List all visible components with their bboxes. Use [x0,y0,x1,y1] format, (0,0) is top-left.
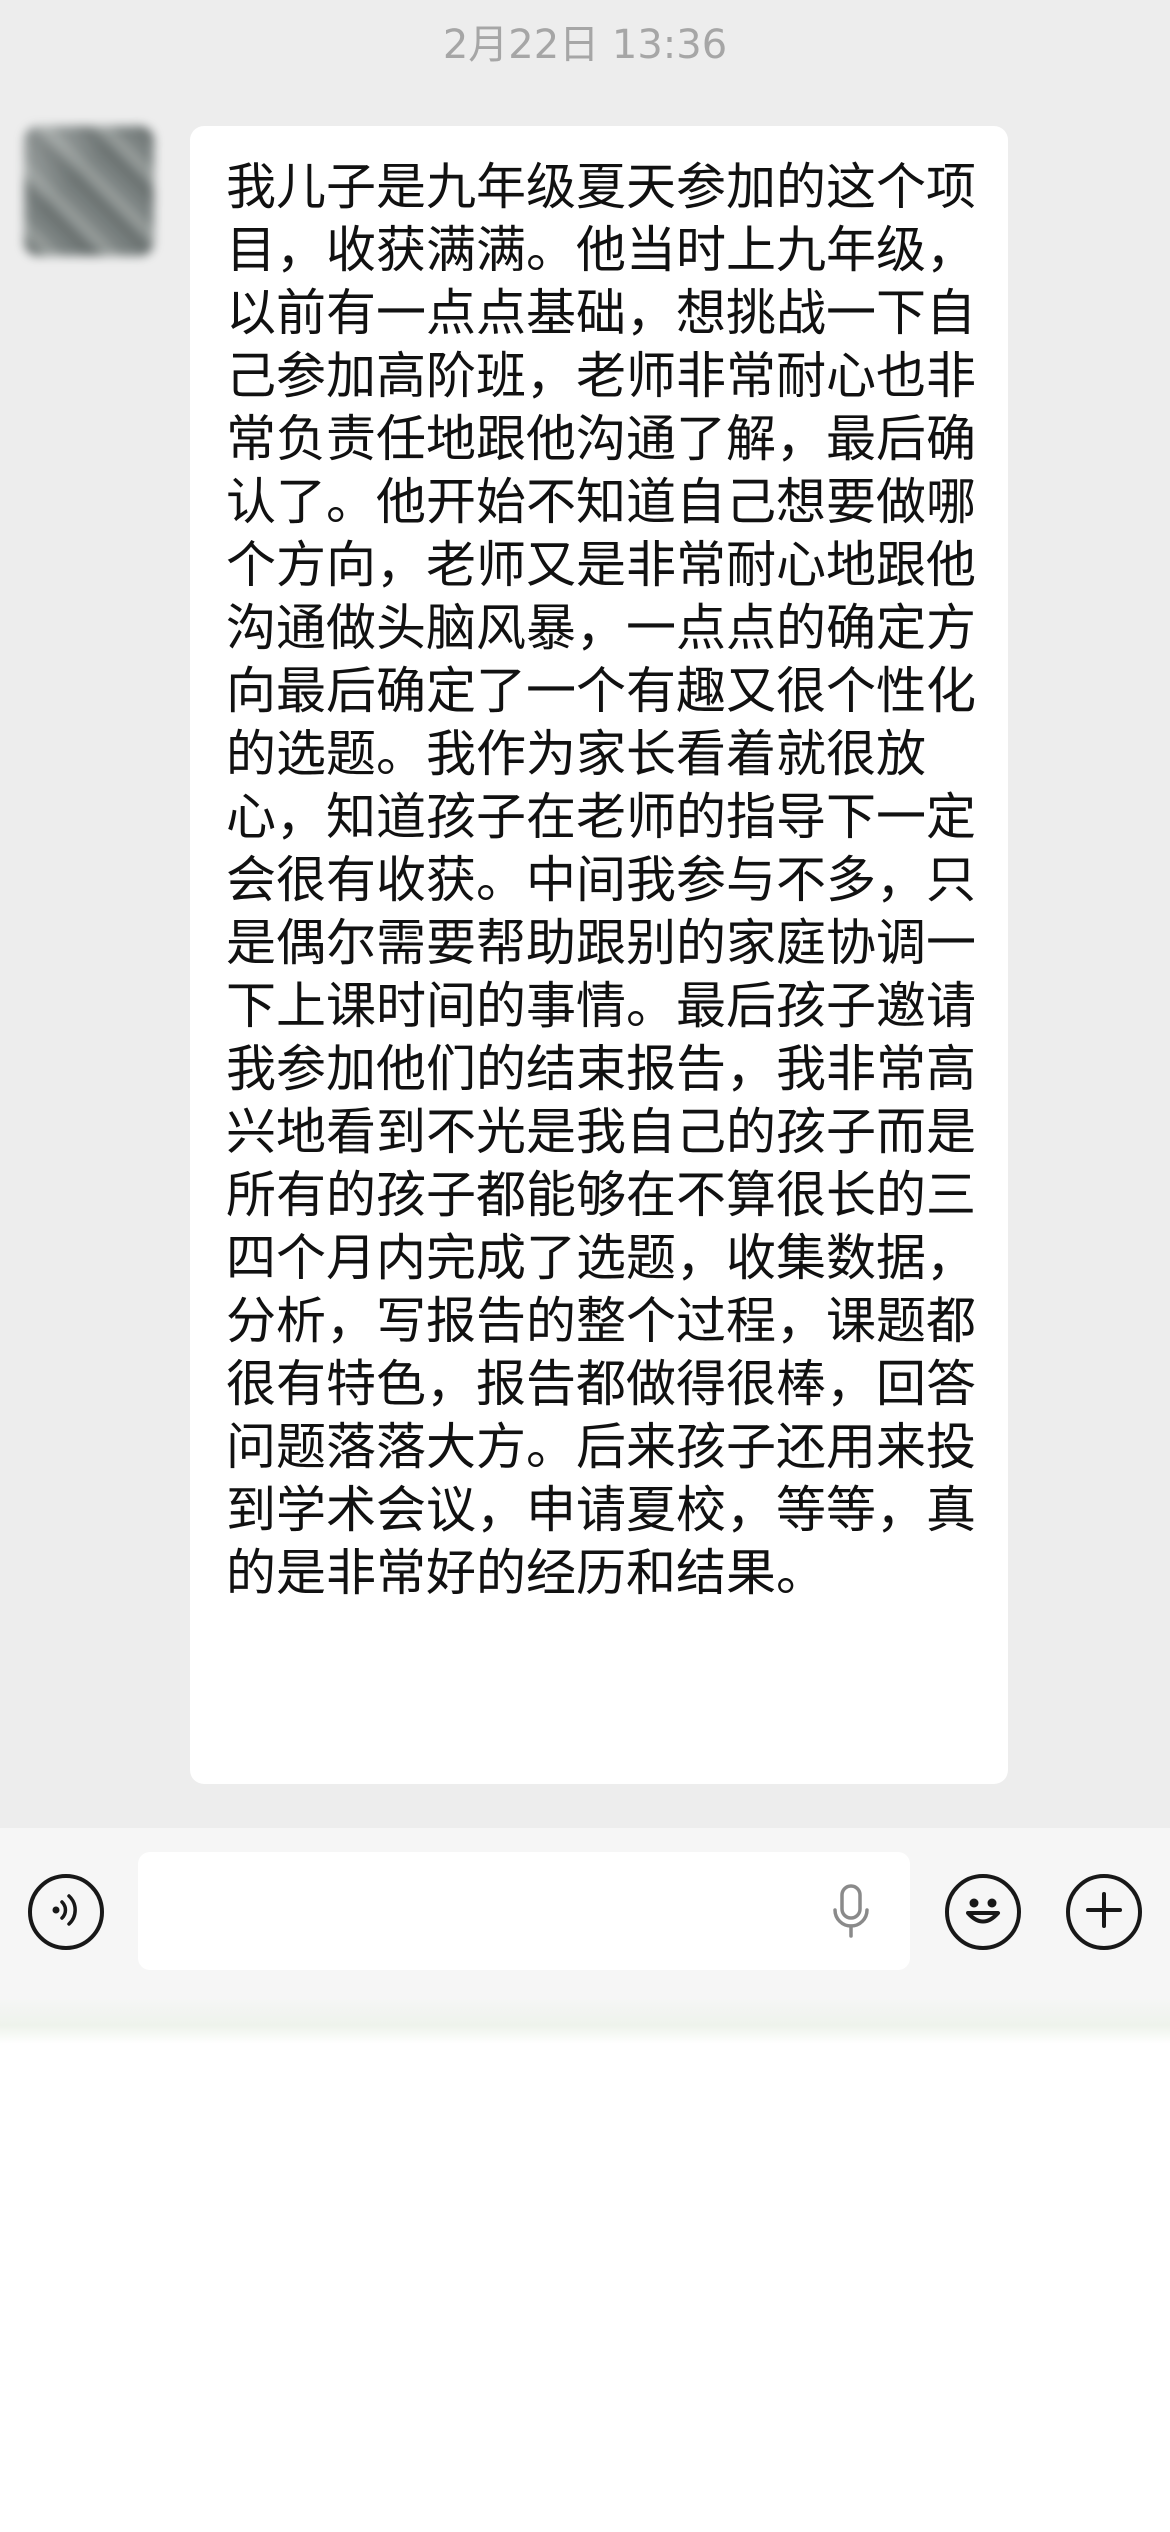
message-input[interactable] [138,1852,910,1970]
message-bubble[interactable]: 我儿子是九年级夏天参加的这个项目，收获满满。他当时上九年级，以前有一点点基础，想… [190,126,1008,1784]
voice-toggle-button[interactable] [28,1874,104,1950]
emoji-button[interactable] [945,1874,1021,1950]
blank-area [0,2044,1170,2532]
more-options-button[interactable] [1066,1874,1142,1950]
input-bar-bottom-edge [0,1998,1170,2044]
voice-icon [44,1888,88,1936]
chat-area: 2月22日 13:36 我儿子是九年级夏天参加的这个项目，收获满满。他当时上九年… [0,0,1170,1828]
mic-icon[interactable] [828,1882,874,1942]
message-text: 我儿子是九年级夏天参加的这个项目，收获满满。他当时上九年级，以前有一点点基础，想… [226,158,976,1602]
sender-avatar[interactable] [24,126,154,256]
emoji-icon [953,1880,1013,1944]
message-timestamp: 2月22日 13:36 [442,22,728,68]
plus-icon [1080,1886,1128,1938]
